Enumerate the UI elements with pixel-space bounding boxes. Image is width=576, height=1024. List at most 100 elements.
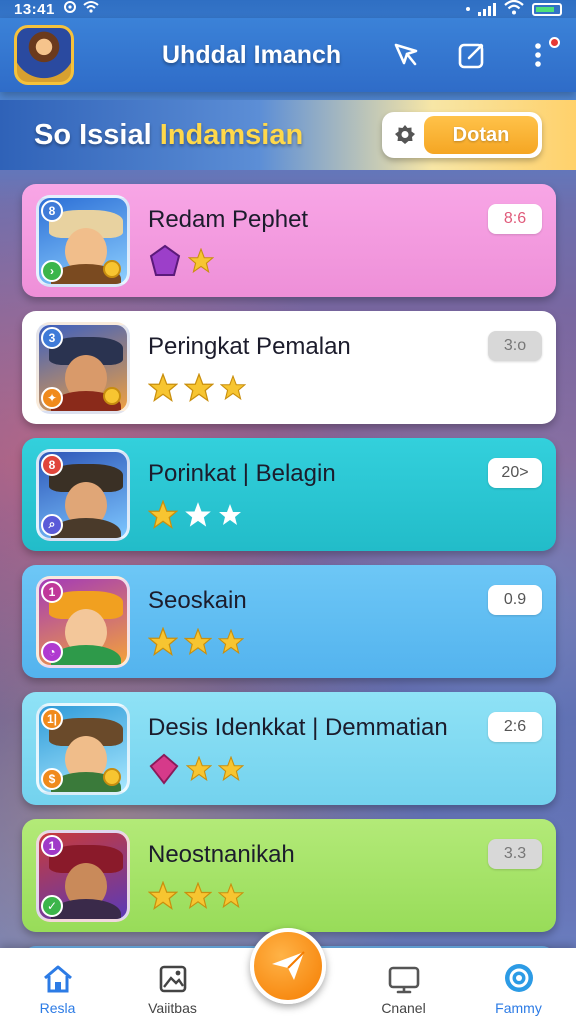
avatar[interactable] [14,25,74,85]
banner-title-main: So Issial [34,118,152,151]
rank-badge: 1 [41,580,63,603]
star-icon [184,627,212,655]
star-icon [184,881,212,909]
list-item[interactable]: 1 ✓ Neostnanikah 3.3 [22,819,556,932]
character-portrait: 3 ✦ [36,321,130,414]
card-title: Neostnanikah [148,840,295,868]
status-bar: 13:41 [0,0,576,18]
character-portrait: 1 ✓ [36,829,130,922]
nav-label-gallery: Vaiitbas [148,1000,197,1016]
notification-icon [63,0,77,18]
swirl-badge-icon: ◔ [41,640,63,663]
gallery-icon [159,965,186,993]
list-item[interactable]: 8 › Redam Pephet 8:6 [22,184,556,297]
app-header: Uhddal Imanch [0,18,576,92]
nav-label-family: Fammy [495,1000,542,1016]
coin-icon [103,767,121,786]
center-action-button[interactable] [250,928,326,1004]
star-icon [218,628,244,654]
card-title: Redam Pephet [148,205,309,233]
banner-toggle[interactable]: Dotan [382,112,542,158]
settings-icon [504,964,533,992]
wifi-icon-small [83,0,99,18]
card-body: Desis Idenkkat | Demmatian [148,713,542,785]
star-icon [188,247,214,273]
signal-icon [478,2,496,16]
banner: So Issial Indamsian Dotan [0,100,576,170]
ranking-list: 8 › Redam Pephet 8:6 3 ✦ Peringkat Pemal… [22,184,556,976]
rating-stars [148,626,542,657]
card-title: Desis Idenkkat | Demmatian [148,713,448,741]
card-body: Peringkat Pemalan [148,333,542,403]
rating-stars [148,880,542,911]
arrow-badge-icon: › [41,259,63,282]
card-title: Porinkat | Belagin [148,459,336,487]
card-body: Neostnanikah [148,841,542,911]
gear-icon [386,116,424,154]
nav-item-channel[interactable]: Cnanel [346,964,461,1016]
list-item[interactable]: 3 ✦ Peringkat Pemalan 3:o [22,311,556,424]
card-body: Seoskain [148,587,542,657]
gem-icon [149,244,181,276]
list-item[interactable]: 1| $ Desis Idenkkat | Demmatian 2:6 [22,692,556,805]
star-icon [148,880,178,910]
dotan-button[interactable]: Dotan [424,116,538,154]
rating-stars [148,499,542,530]
card-body: Redam Pephet [148,206,542,276]
dot-icon [466,7,470,11]
nav-item-family[interactable]: Fammy [461,962,576,1016]
rating-stars [148,244,542,276]
rank-badge: 1 [41,834,63,857]
star-icon [184,372,214,402]
gem-icon [149,753,179,785]
coin-icon [103,386,121,405]
character-portrait: 1| $ [36,702,130,795]
character-portrait: 8 ⌕ [36,448,130,541]
score-badge: 3:o [488,331,542,361]
score-badge: 2:6 [488,712,542,742]
star-icon [148,626,178,656]
banner-title: So Issial Indamsian [34,119,303,152]
share-icon[interactable] [390,39,422,71]
search-badge-icon: ⌕ [41,513,63,536]
star-icon [218,882,244,908]
nav-item-home[interactable]: Resla [0,964,115,1016]
notification-dot [549,37,560,48]
star-icon [218,755,244,781]
edit-icon[interactable] [456,39,488,71]
battery-icon [532,2,562,16]
star-empty-icon [219,503,241,525]
character-portrait: 1 ◔ [36,575,130,668]
home-icon [43,965,72,993]
star-icon [186,755,212,781]
card-body: Porinkat | Belagin [148,460,542,530]
score-badge: 20> [488,458,542,488]
star-empty-icon [185,501,211,527]
rank-badge: 8 [41,453,63,476]
character-portrait: 8 › [36,194,130,287]
score-badge: 0.9 [488,585,542,615]
card-title: Seoskain [148,586,247,614]
paper-plane-icon [272,951,305,980]
leaf-badge-icon: ✓ [41,894,63,917]
nav-label-home: Resla [39,1000,76,1016]
score-badge: 8:6 [488,204,542,234]
rank-badge: 1| [41,707,63,730]
tv-icon [388,966,419,994]
wifi-icon [504,0,524,19]
star-icon [148,499,178,529]
nav-item-gallery[interactable]: Vaiitbas [115,964,230,1016]
card-title: Peringkat Pemalan [148,332,351,360]
star-icon [220,374,246,400]
more-menu-icon[interactable] [522,37,560,71]
score-badge: 3.3 [488,839,542,869]
header-actions [390,37,562,71]
app-title: Uhddal Imanch [162,40,342,69]
star-badge-icon: ✦ [41,386,63,409]
coin-badge-icon: $ [41,767,63,790]
status-time: 13:41 [14,0,55,18]
rank-badge: 8 [41,199,63,222]
list-item[interactable]: 1 ◔ Seoskain 0.9 [22,565,556,678]
coin-icon [103,259,121,278]
list-item[interactable]: 8 ⌕ Porinkat | Belagin 20> [22,438,556,551]
